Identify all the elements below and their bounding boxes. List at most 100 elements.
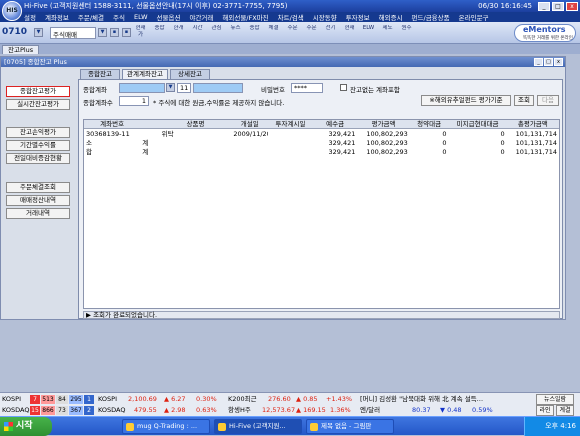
- taskbar-item-paint[interactable]: 제목 없음 - 그림판: [306, 419, 394, 434]
- column-header[interactable]: 총평가금액: [507, 120, 559, 129]
- toolbar-button[interactable]: 체결: [267, 25, 280, 41]
- start-button[interactable]: 시작: [0, 417, 52, 436]
- toolbar-button[interactable]: 한개: [172, 25, 185, 41]
- column-header[interactable]: 계좌번호: [84, 120, 140, 129]
- hscei-change: ▲ 169.15: [296, 406, 326, 414]
- app-logo: HIS: [2, 1, 22, 21]
- table-row[interactable]: 합 계 329,421 100,802,293 0 0 101,131,714: [84, 148, 559, 157]
- column-header[interactable]: 개설일: [231, 120, 268, 129]
- taskbar-item-label: Hi-Five (고객지원...: [229, 422, 286, 430]
- kosdaq-pct: 0.63%: [196, 406, 217, 414]
- toolbar-button[interactable]: 제도: [381, 25, 394, 41]
- dropdown-icon[interactable]: ▼: [166, 83, 175, 92]
- next-button[interactable]: 다음: [537, 95, 559, 106]
- menu-item[interactable]: 온라인문구: [459, 12, 489, 22]
- search-button[interactable]: 조회: [514, 95, 534, 106]
- app-icon: [310, 423, 318, 431]
- folder-icon[interactable]: ▪: [122, 28, 131, 37]
- window-close-button[interactable]: x: [554, 58, 563, 66]
- sidebar-item-settlement[interactable]: 매매정산내역: [6, 195, 70, 206]
- toolbar-button[interactable]: 현재: [343, 25, 356, 41]
- ementors-banner[interactable]: eMentors똑똑한 거래를 위한 온라인 투자교육: [514, 24, 576, 50]
- menu-item[interactable]: 차트/검색: [278, 12, 304, 22]
- decline-count: 367: [69, 406, 83, 415]
- table-cell: 0: [500, 148, 505, 156]
- lock-icon[interactable]: ▪: [110, 28, 119, 37]
- sidebar-item-transactions[interactable]: 거래내역: [6, 208, 70, 219]
- sidebar-item-period-return[interactable]: 기간별수익률: [6, 140, 70, 151]
- table-cell: 100,802,293: [366, 139, 408, 147]
- menu-item[interactable]: 주문/체결: [78, 12, 104, 22]
- table-cell: 0: [442, 148, 447, 156]
- tab-balance-plus[interactable]: 잔고Plus: [2, 45, 40, 54]
- toolbar-button[interactable]: 관심: [210, 25, 223, 41]
- toolbar-button[interactable]: 시간: [191, 25, 204, 41]
- toolbar-button[interactable]: 전기: [324, 25, 337, 41]
- tab-total-balance[interactable]: 종합잔고: [80, 69, 120, 79]
- taskbar-item-qtrading[interactable]: mug Q-Trading : ...: [122, 419, 210, 434]
- menu-item[interactable]: 야간거래: [189, 12, 213, 22]
- password-label: 비밀번호: [261, 86, 285, 94]
- toolbar-button[interactable]: 주문: [305, 25, 318, 41]
- table-cell: 0: [442, 130, 447, 138]
- news-list-button[interactable]: 뉴스일람: [536, 394, 574, 405]
- menu-item[interactable]: 해외증시: [379, 12, 403, 22]
- toolbar-button[interactable]: 종합: [248, 25, 261, 41]
- tab-detail-balance[interactable]: 상세잔고: [170, 69, 210, 79]
- minimize-button[interactable]: _: [538, 1, 550, 11]
- sidebar-item-realtime-balance[interactable]: 실시간잔고평가: [6, 99, 70, 110]
- menu-item[interactable]: 주식: [113, 12, 125, 22]
- upper-limit-count: 7: [30, 395, 40, 404]
- window-maximize-button[interactable]: □: [544, 58, 553, 66]
- taskbar-item-hifive[interactable]: Hi-Five (고객지원...: [214, 419, 302, 434]
- fx-change: ▼ 0.48: [440, 406, 462, 414]
- table-cell: [268, 148, 313, 157]
- menu-item[interactable]: 설정: [24, 12, 36, 22]
- fund-criteria-button[interactable]: ※해외유추얼펀드 평가기준: [421, 95, 511, 106]
- sidebar-item-daily-change[interactable]: 전일대비증감현황: [6, 153, 70, 164]
- column-header[interactable]: 상품명: [160, 120, 232, 129]
- line-button[interactable]: 라인: [536, 405, 554, 416]
- maximize-button[interactable]: □: [552, 1, 564, 11]
- screen-name-field[interactable]: 주식매매: [50, 27, 96, 39]
- table-row[interactable]: 소 계 329,421 100,802,293 0 0 101,131,714: [84, 139, 559, 148]
- toolbar-button[interactable]: ELW: [362, 25, 375, 41]
- toolbar-button[interactable]: 종합: [153, 25, 166, 41]
- window-minimize-button[interactable]: _: [534, 58, 543, 66]
- menu-item[interactable]: 해외선물/FX마진: [222, 12, 268, 22]
- tab-related-balance[interactable]: 관계계좌잔고: [122, 69, 168, 79]
- sidebar-item-total-balance[interactable]: 종합잔고평가: [6, 86, 70, 97]
- close-button[interactable]: x: [566, 1, 578, 11]
- account-field[interactable]: [119, 83, 165, 93]
- sidebar-item-profit-eval[interactable]: 잔고손익평가: [6, 127, 70, 138]
- menu-item[interactable]: 투자정보: [346, 12, 370, 22]
- screen-number-field[interactable]: 0710: [2, 27, 27, 37]
- table-row[interactable]: 30368139-11 위탁 2009/11/20 329,421 100,802,29…: [84, 130, 559, 139]
- menu-item[interactable]: 선물옵션: [157, 12, 181, 22]
- sidebar-item-order-inquiry[interactable]: 주문체결조회: [6, 182, 70, 193]
- column-header[interactable]: 미지급현대대금: [449, 120, 507, 129]
- toolbar-button[interactable]: 뉴스: [229, 25, 242, 41]
- dropdown-icon[interactable]: ▼: [34, 28, 43, 37]
- settle-button[interactable]: 계결: [556, 405, 574, 416]
- toolbar-button[interactable]: 원주: [400, 25, 413, 41]
- ticker-row-kosdaq: KOSDAQ 15 866 73 367 2 KOSDAQ 479.55 ▲ 2…: [0, 405, 580, 416]
- menu-item[interactable]: ELW: [134, 13, 148, 21]
- news-headline[interactable]: [머니] 김성환 "남북대화 위해 北 계속 설득…: [360, 394, 524, 405]
- column-header[interactable]: 예수금: [313, 120, 358, 129]
- password-field[interactable]: ****: [291, 83, 323, 93]
- menu-item[interactable]: 펀드/금융상품: [412, 12, 450, 22]
- column-header[interactable]: 투자계시일: [268, 120, 313, 129]
- column-header[interactable]: 청약대금: [410, 120, 449, 129]
- toolbar-button[interactable]: 주문: [286, 25, 299, 41]
- balance-table: 계좌번호 상품명 개설일 투자계시일 예수금 평가금액 청약대금 미지급현대대금 총평가금액 3…: [83, 119, 560, 309]
- dropdown-icon[interactable]: ▼: [98, 28, 107, 37]
- column-header[interactable]: [140, 120, 159, 129]
- column-header[interactable]: 평가금액: [357, 120, 409, 129]
- toolbar-button[interactable]: 현재가: [134, 25, 147, 41]
- account-suffix-field[interactable]: 11: [177, 83, 191, 93]
- sidebar: 종합잔고평가 실시간잔고평가 잔고손익평가 기간별수익률 전일대비증감현황 주문…: [3, 69, 75, 319]
- menu-item[interactable]: 시장동향: [313, 12, 337, 22]
- include-empty-checkbox[interactable]: [340, 84, 347, 91]
- menu-item[interactable]: 계좌정보: [45, 12, 69, 22]
